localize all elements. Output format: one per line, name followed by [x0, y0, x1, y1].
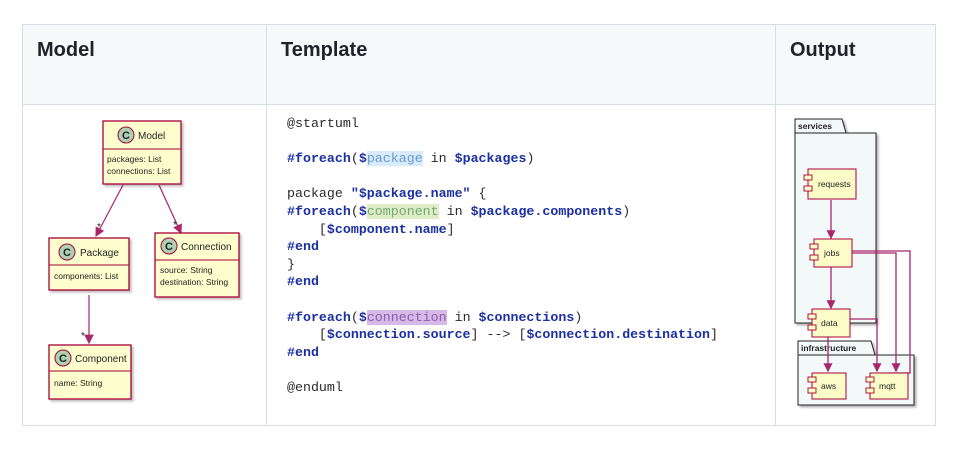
highlight-package: package — [366, 151, 423, 167]
multiplicity-label: * — [97, 222, 101, 233]
package-services: services — [794, 118, 877, 324]
header-template: Template — [281, 39, 368, 61]
edge-model-connection — [158, 184, 182, 235]
class-field: packages: List — [107, 154, 162, 164]
class-field: source: String — [160, 265, 213, 275]
package-label: infrastructure — [801, 343, 857, 353]
component-label: requests — [818, 179, 851, 189]
multiplicity-label: * — [173, 220, 177, 231]
package-label: services — [798, 121, 832, 131]
component-label: data — [821, 318, 838, 328]
class-field: connections: List — [107, 166, 171, 176]
component-label: jobs — [823, 248, 840, 258]
code-enduml: @enduml — [287, 379, 343, 395]
class-title: Package — [80, 248, 119, 259]
multiplicity-label: * — [81, 331, 85, 342]
class-package: C Package components: List — [48, 237, 130, 291]
class-connection: C Connection source: String destination:… — [154, 232, 240, 298]
svg-text:C: C — [59, 353, 67, 365]
class-title: Component — [75, 354, 127, 365]
class-title: Connection — [181, 242, 232, 253]
header-output: Output — [790, 39, 856, 61]
output-cell: services infrastructure requests — [776, 105, 935, 425]
highlight-connection: connection — [366, 309, 447, 325]
class-field: destination: String — [160, 277, 228, 287]
svg-text:C: C — [63, 247, 71, 259]
code-startuml: @startuml — [287, 116, 359, 131]
class-component: C Component name: String — [48, 344, 132, 400]
output-component-diagram: services infrastructure requests — [794, 118, 915, 406]
model-cell: * * * C Model packages: List connections… — [23, 105, 266, 425]
class-field: name: String — [54, 378, 102, 388]
comparison-table: Model Template Output * * * C Model pack… — [22, 24, 936, 426]
class-model: C Model packages: List connections: List — [102, 120, 182, 185]
template-code: @startuml #foreach($package in $packages… — [287, 116, 718, 395]
template-cell: @startuml #foreach($package in $packages… — [267, 105, 775, 425]
highlight-component: component — [366, 203, 439, 219]
header-output-cell: Output — [776, 25, 935, 105]
component-mqtt: mqtt — [865, 372, 909, 400]
model-class-diagram: * * * C Model packages: List connections… — [48, 120, 240, 400]
header-model: Model — [37, 39, 95, 61]
header-template-cell: Template — [267, 25, 775, 105]
svg-text:C: C — [165, 241, 173, 253]
component-data: data — [807, 308, 851, 338]
component-label: mqtt — [879, 381, 896, 391]
component-requests: requests — [803, 168, 857, 200]
component-jobs: jobs — [809, 238, 853, 268]
class-field: components: List — [54, 271, 119, 281]
component-aws: aws — [807, 372, 847, 400]
class-title: Model — [138, 131, 165, 142]
component-label: aws — [821, 381, 836, 391]
header-model-cell: Model — [23, 25, 266, 105]
svg-text:C: C — [122, 130, 130, 142]
